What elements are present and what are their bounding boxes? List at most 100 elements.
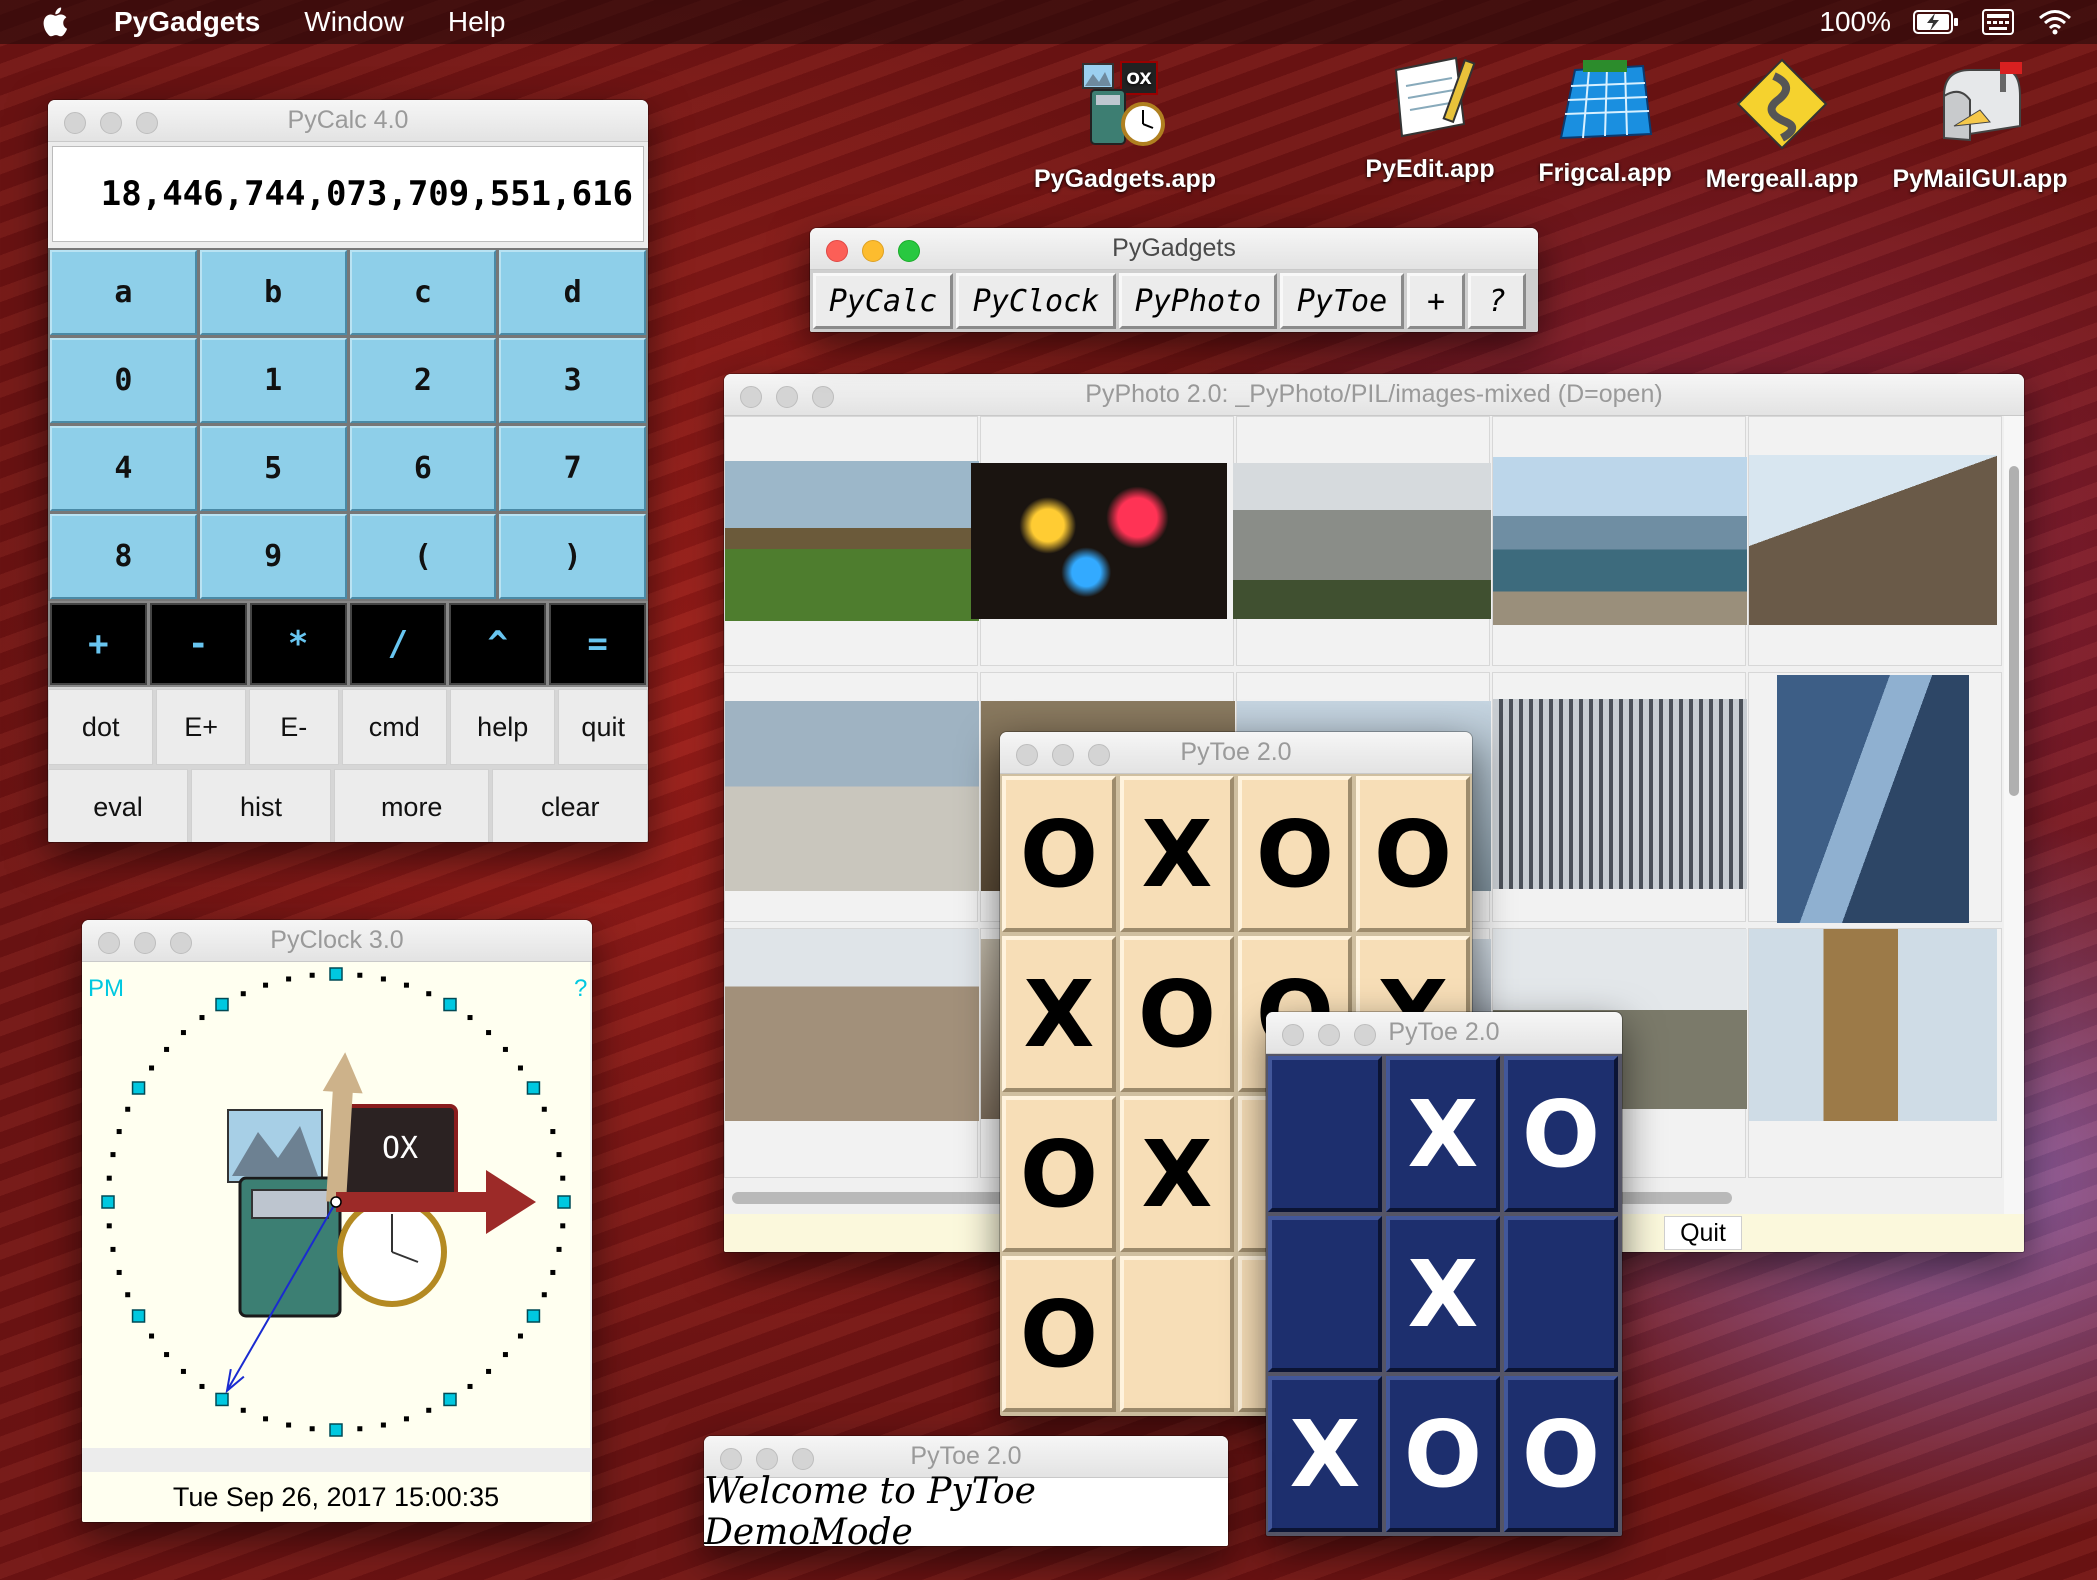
apple-icon[interactable] [40,5,74,39]
close-button[interactable] [740,386,762,408]
key-d[interactable]: d [499,250,646,335]
board-cell[interactable]: O [1504,1056,1618,1212]
board-cell[interactable]: O [1120,936,1234,1092]
battery-icon[interactable] [1913,9,1959,35]
key-power[interactable]: ^ [449,603,547,685]
desktop-icon-frigcal[interactable]: Frigcal.app [1520,56,1690,188]
calc-display[interactable]: 18,446,744,073,709,551,616 [52,146,644,242]
vertical-scrollbar[interactable] [2004,416,2024,1214]
board-cell[interactable]: X [1386,1056,1500,1212]
key-3[interactable]: 3 [499,338,646,423]
board-cell[interactable]: O [1386,1376,1500,1532]
pygadgets-titlebar[interactable]: PyGadgets [810,228,1538,270]
board-cell[interactable]: O [1002,1256,1116,1412]
pycalc-titlebar[interactable]: PyCalc 4.0 [48,100,648,142]
key-8[interactable]: 8 [50,514,197,599]
add-button[interactable]: + [1407,273,1465,329]
zoom-button[interactable] [812,386,834,408]
thumbnail-cell[interactable] [971,416,1234,666]
menu-app-name[interactable]: PyGadgets [114,6,260,38]
board-cell[interactable]: X [1120,1096,1234,1252]
minimize-button[interactable] [100,112,122,134]
keyboard-icon[interactable] [1981,8,2015,36]
board-cell[interactable] [1268,1216,1382,1372]
desktop-icon-pyedit[interactable]: PyEdit.app [1340,50,1520,184]
clear-button[interactable]: clear [492,769,648,842]
minimize-button[interactable] [776,386,798,408]
close-button[interactable] [98,932,120,954]
zoom-button[interactable] [136,112,158,134]
thumbnail-cell[interactable] [1748,928,2002,1178]
key-b[interactable]: b [199,250,347,335]
minimize-button[interactable] [756,1448,778,1470]
close-button[interactable] [720,1448,742,1470]
hist-button[interactable]: hist [190,769,331,842]
pytoe-titlebar[interactable]: PyToe 2.0 [1000,732,1472,774]
zoom-button[interactable] [898,240,920,262]
board-cell[interactable]: X [1120,776,1234,932]
thumbnail-cell[interactable] [1748,416,2002,666]
key-minus[interactable]: - [149,603,247,685]
key-6[interactable]: 6 [349,426,497,511]
key-equals[interactable]: = [549,603,646,685]
board-cell[interactable]: X [1002,936,1116,1092]
key-c[interactable]: c [349,250,497,335]
key-multiply[interactable]: * [249,603,347,685]
key-0[interactable]: 0 [50,338,197,423]
thumbnail-cell[interactable] [1233,416,1491,666]
pyphoto-titlebar[interactable]: PyPhoto 2.0: _PyPhoto/PIL/images-mixed (… [724,374,2024,416]
board-cell[interactable]: X [1386,1216,1500,1372]
key-1[interactable]: 1 [199,338,347,423]
zoom-button[interactable] [1088,744,1110,766]
thumbnail-cell[interactable] [724,672,979,922]
key-plus[interactable]: + [50,603,147,685]
close-button[interactable] [64,112,86,134]
quit-button[interactable]: quit [558,689,648,765]
thumbnail-cell[interactable] [1492,672,1747,922]
key-open-paren[interactable]: ( [349,514,497,599]
pyclock-titlebar[interactable]: PyClock 3.0 [82,920,592,962]
menu-window[interactable]: Window [304,6,404,38]
board-cell[interactable] [1120,1256,1234,1412]
pytoe-titlebar[interactable]: PyToe 2.0 [1266,1012,1622,1054]
thumbnail-cell[interactable] [724,416,979,666]
wifi-icon[interactable] [2037,8,2073,36]
close-button[interactable] [826,240,848,262]
key-9[interactable]: 9 [199,514,347,599]
key-2[interactable]: 2 [349,338,497,423]
launch-pyclock-button[interactable]: PyClock [956,273,1116,329]
cmd-button[interactable]: cmd [341,689,447,765]
zoom-button[interactable] [170,932,192,954]
thumbnail-cell[interactable] [724,928,979,1178]
key-close-paren[interactable]: ) [499,514,646,599]
zoom-button[interactable] [1354,1024,1376,1046]
zoom-button[interactable] [792,1448,814,1470]
board-cell[interactable] [1268,1056,1382,1212]
key-4[interactable]: 4 [50,426,197,511]
key-5[interactable]: 5 [199,426,347,511]
board-cell[interactable]: O [1356,776,1470,932]
board-cell[interactable]: O [1504,1376,1618,1532]
launch-pytoe-button[interactable]: PyToe [1280,273,1404,329]
clock-help[interactable]: ? [574,975,587,1002]
dot-button[interactable]: dot [48,689,154,765]
launch-pyphoto-button[interactable]: PyPhoto [1119,273,1277,329]
key-divide[interactable]: / [349,603,447,685]
help-button[interactable]: help [450,689,556,765]
board-cell[interactable]: X [1268,1376,1382,1532]
exp-minus-button[interactable]: E- [249,689,339,765]
menu-help[interactable]: Help [448,6,506,38]
quit-button[interactable]: Quit [1664,1216,1742,1250]
close-button[interactable] [1282,1024,1304,1046]
minimize-button[interactable] [134,932,156,954]
exp-plus-button[interactable]: E+ [156,689,246,765]
desktop-icon-pygadgets[interactable]: OX PyGadgets.app [1020,56,1230,194]
board-cell[interactable]: O [1002,1096,1116,1252]
desktop-icon-pymailgui[interactable]: PyMailGUI.app [1880,56,2080,194]
key-a[interactable]: a [50,250,197,335]
close-button[interactable] [1016,744,1038,766]
board-cell[interactable] [1504,1216,1618,1372]
board-cell[interactable]: O [1002,776,1116,932]
eval-button[interactable]: eval [48,769,188,842]
launch-pycalc-button[interactable]: PyCalc [813,273,953,329]
